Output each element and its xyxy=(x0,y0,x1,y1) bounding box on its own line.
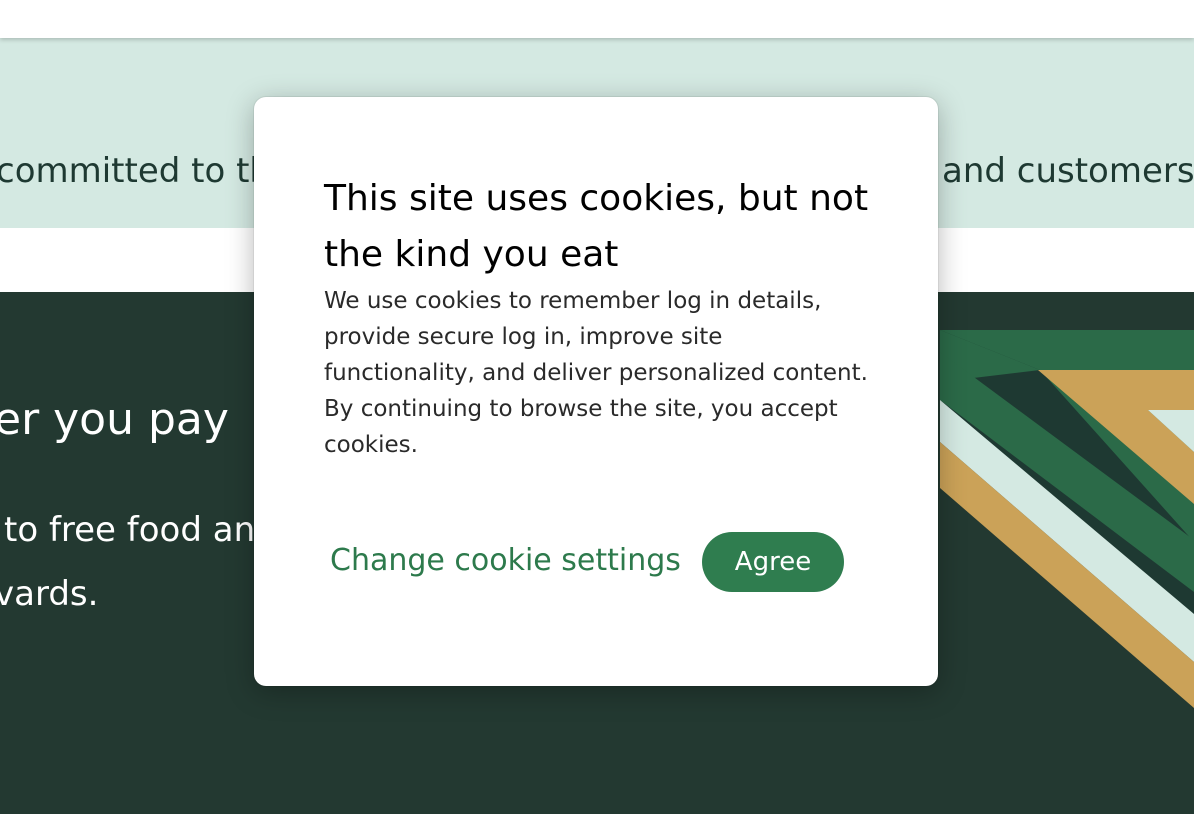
agree-button[interactable]: Agree xyxy=(702,532,844,592)
hero-heading: er you pay xyxy=(0,394,229,445)
hero-description-line-2: vards. xyxy=(0,574,99,614)
cookie-dialog-title: This site uses cookies, but not the kind… xyxy=(324,178,869,275)
change-cookie-settings-link[interactable]: Change cookie settings xyxy=(322,535,689,587)
announcement-text-left: committed to th xyxy=(0,151,271,191)
cookie-consent-dialog: This site uses cookies, but not the kind… xyxy=(254,97,938,686)
cookie-dialog-description: We use cookies to remember log in detail… xyxy=(324,288,868,458)
announcement-text-right: and customers. xyxy=(942,151,1194,191)
hero-description-line-1: to free food an xyxy=(4,510,256,550)
top-navigation-bar xyxy=(0,0,1194,38)
